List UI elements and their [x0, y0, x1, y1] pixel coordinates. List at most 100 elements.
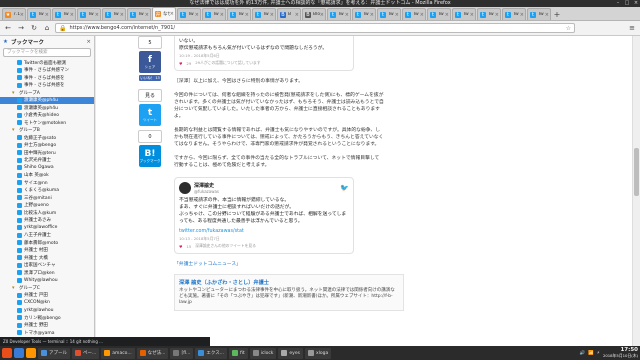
bookmark-item[interactable]: 小倉秀夫@hideo	[0, 112, 94, 120]
tab-close-icon[interactable]: ×	[120, 12, 125, 18]
page-scrollbar[interactable]	[632, 36, 640, 346]
tab-close-icon[interactable]: ×	[95, 12, 100, 18]
bookmark-item[interactable]: 弁護士 戸田	[0, 292, 94, 300]
browser-tab[interactable]: t Tw ×	[102, 8, 126, 20]
bookmark-item[interactable]: 上野@ueno	[0, 202, 94, 210]
tab-close-icon[interactable]: ×	[220, 12, 225, 18]
bookmark-item[interactable]: カリン戦@bengo	[0, 314, 94, 322]
taskbar-window-button[interactable]: fit	[228, 347, 248, 359]
tab-close-icon[interactable]: ×	[270, 12, 275, 18]
browser-tab[interactable]: t Tw ×	[227, 8, 251, 20]
bookmark-item[interactable]: サイエ@nn	[0, 179, 94, 187]
tweet-timestamp[interactable]: 10:19 - 2018年5月6日	[179, 53, 349, 59]
profile-name[interactable]: 深澤 諭史（ふかざわ・さとし）弁護士	[179, 279, 399, 286]
browser-tab[interactable]: t Tw ×	[377, 8, 401, 20]
bookmark-item[interactable]: 弁護士 村田	[0, 247, 94, 255]
tweet-discussion[interactable]: 29人がこの話題について話しています	[195, 60, 260, 66]
bookmark-folder[interactable]: ▾ グループC	[0, 284, 94, 292]
new-tab-button[interactable]: +	[552, 10, 562, 20]
forward-button[interactable]: →	[16, 23, 26, 33]
bookmark-item[interactable]: トマホ@yama	[0, 329, 94, 337]
browser-tab[interactable]: t Tw ×	[502, 8, 526, 20]
back-button[interactable]: ←	[3, 23, 13, 33]
scrollbar-thumb[interactable]	[634, 148, 639, 196]
browser-tab[interactable]: t Tw ×	[202, 8, 226, 20]
heart-icon[interactable]: ♥	[179, 61, 182, 66]
menu-button[interactable]: ≡	[627, 23, 637, 33]
battery-icon[interactable]: ⚡	[597, 351, 600, 356]
bookmark-item[interactable]: yrkt@lawoffice	[0, 224, 94, 232]
browser-tab[interactable]: t Tw ×	[402, 8, 426, 20]
bookmark-item[interactable]: CXCON@kn	[0, 299, 94, 307]
bookmark-item[interactable]: 弁護士 野田	[0, 322, 94, 330]
bookmark-item[interactable]: くまくろ@kuma	[0, 187, 94, 195]
bookmark-item[interactable]: 弁護士 大橋	[0, 254, 94, 262]
browser-tab[interactable]: t Tw ×	[452, 8, 476, 20]
tab-close-icon[interactable]: ×	[195, 12, 200, 18]
browser-tab[interactable]: t Tw ×	[527, 8, 551, 20]
taskbar-window-button[interactable]: eyes	[278, 347, 303, 359]
bookmark-folder[interactable]: ▾ グループA	[0, 89, 94, 97]
tab-close-icon[interactable]: ×	[245, 12, 250, 18]
tab-close-icon[interactable]: ×	[70, 12, 75, 18]
maximize-button[interactable]: □	[623, 0, 631, 7]
taskbar-window-button[interactable]: アプール	[38, 347, 70, 359]
firefox-launcher-icon[interactable]	[26, 348, 36, 358]
tweet-author[interactable]: 深澤諭史 @fukazawas 🐦	[179, 182, 349, 194]
bookmark-star-icon[interactable]: ☆	[566, 25, 571, 32]
network-icon[interactable]: 📶	[588, 351, 594, 356]
bookmark-item[interactable]: 比較法人@kum	[0, 209, 94, 217]
bookmark-item[interactable]: Shiho Ogawa	[0, 164, 94, 172]
browser-tab[interactable]: 弁なぜ×	[152, 7, 176, 20]
bookmark-item[interactable]: モトケン@motoken	[0, 119, 94, 127]
bookmark-folder[interactable]: ▾ グループB	[0, 127, 94, 135]
tab-close-icon[interactable]: ×	[20, 12, 25, 18]
heart-icon[interactable]: ♥	[179, 244, 182, 249]
series-link[interactable]: 「弁護士ドットコムニュース」	[174, 260, 384, 267]
reload-button[interactable]: ↻	[29, 23, 39, 33]
taskbar-window-button[interactable]: なぜ法...	[136, 347, 169, 359]
bookmark-item[interactable]: 山本 英@ok	[0, 172, 94, 180]
browser-tab[interactable]: t Tw ×	[52, 8, 76, 20]
browser-tab[interactable]: ★ 7.1 ×	[2, 8, 26, 20]
taskbar-window-button[interactable]: [fl...	[170, 347, 194, 359]
bookmark-item[interactable]: 弁士方@bengo	[0, 142, 94, 150]
tab-close-icon[interactable]: ×	[445, 12, 450, 18]
browser-tab[interactable]: t Tw ×	[177, 8, 201, 20]
browser-tab[interactable]: t Tw ×	[477, 8, 501, 20]
bookmark-item[interactable]: Twitterの画面も観測	[0, 59, 94, 67]
close-window-button[interactable]: ×	[632, 0, 640, 7]
tab-close-icon[interactable]: ×	[145, 12, 150, 18]
bookmark-item[interactable]: 田中輝光@teru	[0, 149, 94, 157]
tab-close-icon[interactable]: ×	[420, 12, 425, 18]
tweet-link[interactable]: twitter.com/fukazawas/stat	[179, 228, 349, 235]
more-tweets-link[interactable]: 深澤諭史さんの他のツイートを見る	[195, 243, 256, 249]
tab-close-icon[interactable]: ×	[345, 12, 350, 18]
url-bar[interactable]: 🔒 https://www.bengo4.com/internet/n_7901…	[55, 23, 575, 33]
tab-close-icon[interactable]: ×	[295, 12, 300, 18]
bookmark-item[interactable]: 渡瀬康英@ph4u	[0, 104, 94, 112]
taskbar-window-button[interactable]: ペー...	[72, 347, 100, 359]
bookmark-item[interactable]: 事件 - さらば共感マン	[0, 67, 94, 75]
browser-tab[interactable]: B B ×	[277, 8, 301, 20]
browser-tab[interactable]: t Tw ×	[127, 8, 151, 20]
browser-tab[interactable]: t Tw ×	[327, 8, 351, 20]
sidebar-close-button[interactable]: ×	[86, 39, 91, 45]
tweet-timestamp[interactable]: 10:13 - 2018年5月7日	[179, 236, 349, 242]
tab-close-icon[interactable]: ×	[520, 12, 525, 18]
tab-close-icon[interactable]: ×	[545, 12, 550, 18]
bookmark-search-input[interactable]: ブックマークを検索	[3, 48, 91, 57]
facebook-share-button[interactable]: f シェア	[139, 51, 161, 73]
tab-close-icon[interactable]: ×	[170, 11, 175, 17]
taskbar-window-button[interactable]: エクス...	[195, 347, 227, 359]
bookmark-item[interactable]: 三谷@mitani	[0, 194, 94, 202]
bookmark-item[interactable]: Whity@lawhou	[0, 277, 94, 285]
taskbar-window-button[interactable]: amaco...	[101, 347, 135, 359]
tab-close-icon[interactable]: ×	[495, 12, 500, 18]
bookmark-item[interactable]: 事件 - さらば共感を	[0, 74, 94, 82]
tab-close-icon[interactable]: ×	[470, 12, 475, 18]
home-button[interactable]: ⌂	[42, 23, 52, 33]
volume-icon[interactable]: 🔊	[580, 351, 586, 356]
browser-tab[interactable]: t Tw ×	[27, 8, 51, 20]
launcher-icon[interactable]	[14, 348, 24, 358]
